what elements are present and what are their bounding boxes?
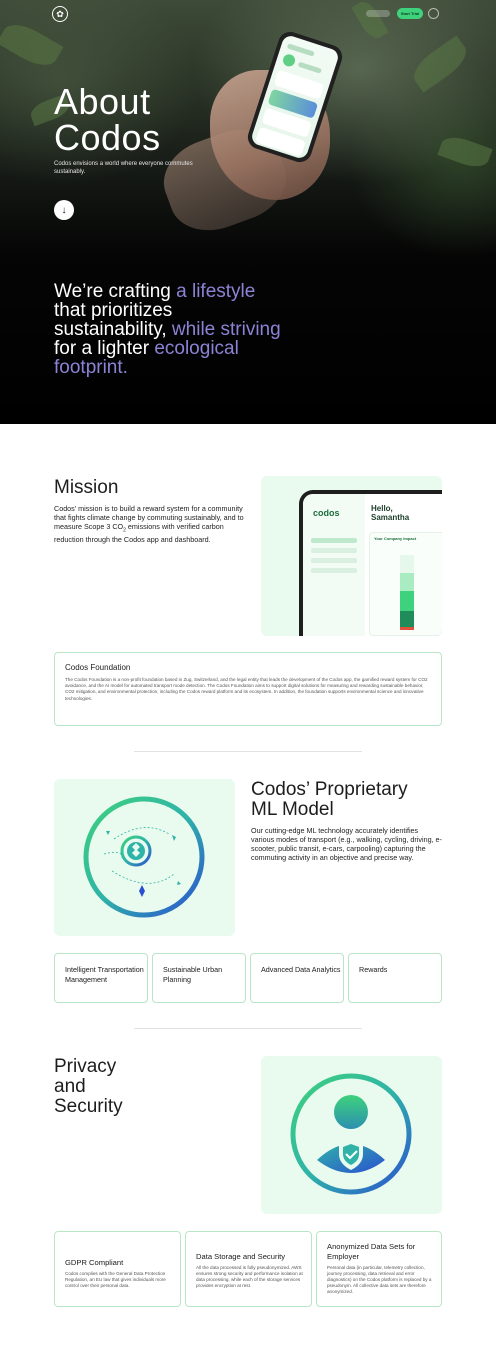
sidebar-item xyxy=(311,558,357,563)
dashboard-logo: codos xyxy=(313,508,340,518)
foliage-decor xyxy=(407,35,473,93)
hero-section: ✿ Start Trial About Codos Codos envision… xyxy=(0,0,496,424)
section-divider xyxy=(134,751,362,752)
statement-highlight: ecological xyxy=(149,338,239,359)
feature-card: Advanced Data Analytics xyxy=(250,953,344,1003)
feature-card: Rewards xyxy=(348,953,442,1003)
mission-statement: We’re crafting a lifestyle that prioriti… xyxy=(54,282,324,377)
menu-icon[interactable] xyxy=(428,8,439,19)
start-trial-button[interactable]: Start Trial xyxy=(397,8,423,19)
mission-text: Codos’ mission is to build a reward syst… xyxy=(54,504,244,544)
impact-card-title: Your Company Impact xyxy=(374,536,417,541)
statement-part: We’re crafting xyxy=(54,281,171,302)
privacy-title-line1: Privacy xyxy=(54,1056,117,1077)
feature-label: Intelligent Transportation Management xyxy=(65,965,144,984)
ml-illustration xyxy=(54,779,235,936)
section-divider xyxy=(134,1028,362,1029)
page-title-line2: Codos xyxy=(54,117,161,158)
ml-title-line1: Codos’ Proprietary xyxy=(251,779,408,800)
privacy-card-gdpr: GDPR Compliant Codos complies with the G… xyxy=(54,1231,181,1307)
foundation-title: Codos Foundation xyxy=(65,663,131,672)
greeting-line1: Hello, xyxy=(371,504,393,513)
ml-title: Codos’ Proprietary ML Model xyxy=(251,780,408,820)
privacy-card-text: All the data processed is fully pseudony… xyxy=(196,1265,303,1288)
phone-avatar xyxy=(281,52,297,68)
privacy-card-text: Codos complies with the General Data Pro… xyxy=(65,1271,166,1288)
phone-text-bar xyxy=(297,61,322,74)
privacy-card-anonymized: Anonymized Data Sets for Employer Person… xyxy=(316,1231,442,1307)
privacy-title-line2: and xyxy=(54,1076,86,1097)
bar-segment xyxy=(400,611,414,627)
dashboard-illustration: codos Hello, Samantha Your Company Impac… xyxy=(261,476,442,636)
ml-title-line2: ML Model xyxy=(251,799,334,820)
ml-model-icon xyxy=(83,796,205,918)
foundation-text: The Codos Foundation is a non-profit fou… xyxy=(65,677,428,701)
privacy-card-text: Personal data (in particular, telemetry … xyxy=(327,1265,432,1294)
sidebar-item xyxy=(311,568,357,573)
codos-leaf-logo-icon[interactable]: ✿ xyxy=(52,6,68,22)
statement-highlight: a lifestyle xyxy=(170,281,256,302)
phone-mockup xyxy=(244,28,346,166)
statement-part: sustainability, xyxy=(54,319,167,340)
dashboard-sidebar: codos xyxy=(303,494,365,636)
feature-card: Intelligent Transportation Management xyxy=(54,953,148,1003)
privacy-card-title: Data Storage and Security xyxy=(196,1252,286,1261)
dashboard-greeting: Hello, Samantha xyxy=(371,504,409,522)
foliage-decor xyxy=(0,17,64,73)
sidebar-item xyxy=(311,538,357,543)
privacy-card-title: GDPR Compliant xyxy=(65,1258,124,1267)
feature-label: Rewards xyxy=(359,965,388,974)
feature-card: Sustainable Urban Planning xyxy=(152,953,246,1003)
privacy-title: Privacy and Security xyxy=(54,1057,123,1117)
statement-highlight: footprint. xyxy=(54,357,128,378)
bar-segment xyxy=(400,555,414,573)
statement-highlight: while striving xyxy=(166,319,281,340)
privacy-card-storage: Data Storage and Security All the data p… xyxy=(185,1231,312,1307)
bar-segment xyxy=(400,573,414,591)
privacy-illustration xyxy=(261,1056,442,1214)
language-switch[interactable] xyxy=(366,10,390,17)
feature-label: Advanced Data Analytics xyxy=(261,965,341,974)
user-shield-icon xyxy=(290,1073,412,1195)
foliage-decor xyxy=(351,0,389,43)
hero-subtitle: Codos envisions a world where everyone c… xyxy=(54,161,193,175)
sidebar-item xyxy=(311,548,357,553)
foundation-card: Codos Foundation The Codos Foundation is… xyxy=(54,652,442,726)
statement-part: that prioritizes xyxy=(54,300,173,321)
feature-label: Sustainable Urban Planning xyxy=(163,965,223,984)
privacy-title-line3: Security xyxy=(54,1096,123,1117)
laptop-screen: codos Hello, Samantha Your Company Impac… xyxy=(303,494,442,636)
page-title-line1: About xyxy=(54,81,151,122)
privacy-card-title: Anonymized Data Sets for Employer xyxy=(327,1242,416,1261)
bar-segment xyxy=(400,627,414,630)
impact-card: Your Company Impact xyxy=(369,532,442,636)
ml-text: Our cutting-edge ML technology accuratel… xyxy=(251,826,442,862)
statement-part: for a lighter xyxy=(54,338,150,359)
mission-title: Mission xyxy=(54,477,119,498)
foliage-decor xyxy=(437,132,493,172)
arrow-down-icon[interactable]: ↓ xyxy=(54,200,74,220)
page-title: About Codos xyxy=(54,84,161,156)
greeting-line2: Samantha xyxy=(371,513,410,522)
bar-segment xyxy=(400,591,414,611)
laptop-mockup: codos Hello, Samantha Your Company Impac… xyxy=(299,490,442,636)
